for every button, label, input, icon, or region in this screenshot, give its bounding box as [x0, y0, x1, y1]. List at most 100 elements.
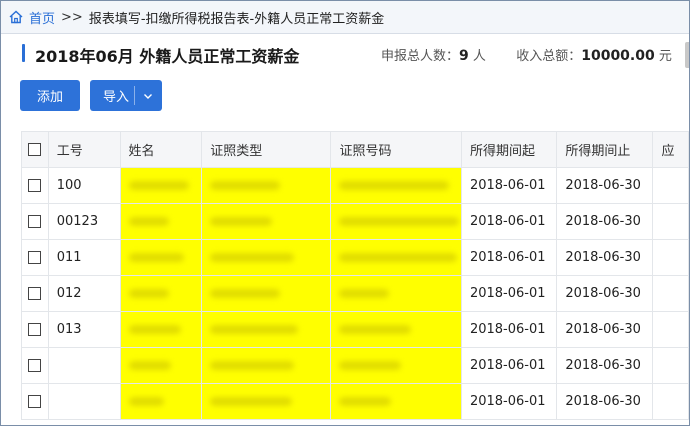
cell-id: 00123: [47, 203, 121, 240]
column-header-period-start[interactable]: 所得期间起: [460, 131, 558, 168]
home-icon[interactable]: [8, 9, 24, 25]
cell-period-end: 2018-06-30: [556, 383, 654, 420]
redacted-id-number-cell: [330, 347, 462, 384]
cell-period-end: 2018-06-30: [556, 311, 654, 348]
redacted-id-number-cell: [330, 311, 462, 348]
page-header: 2018年06月 外籍人员正常工资薪金 申报总人数：9 人 收入总额：10000…: [1, 35, 689, 75]
row-select-cell: [21, 167, 49, 204]
cell-period-end: 2018-06-30: [556, 275, 654, 312]
cell-truncated: [652, 311, 689, 348]
cell-period-end: 2018-06-30: [556, 347, 654, 384]
row-select-cell: [21, 239, 49, 276]
cell-id: 011: [47, 239, 121, 276]
row-select-cell: [21, 275, 49, 312]
table-row[interactable]: 2018-06-01 2018-06-30: [21, 383, 689, 420]
row-checkbox[interactable]: [28, 251, 42, 264]
column-header-id-number[interactable]: 证照号码: [330, 131, 462, 168]
cell-period-start: 2018-06-01: [460, 239, 558, 276]
row-select-cell: [21, 347, 49, 384]
cell-period-end: 2018-06-30: [556, 203, 654, 240]
breadcrumb: 首页 >> 报表填写-扣缴所得税报告表-外籍人员正常工资薪金: [1, 1, 689, 34]
side-panel-handle[interactable]: [685, 42, 689, 68]
import-dropdown-button[interactable]: 导入: [90, 80, 162, 111]
column-header-name[interactable]: 姓名: [119, 131, 203, 168]
row-checkbox[interactable]: [28, 179, 42, 192]
row-checkbox[interactable]: [28, 215, 42, 228]
breadcrumb-separator: >>: [61, 9, 83, 25]
summary-stats: 申报总人数：9 人 收入总额：10000.00 元: [381, 45, 672, 64]
redacted-name-cell: [119, 167, 203, 204]
cell-truncated: [652, 275, 689, 312]
redacted-name-cell: [119, 203, 203, 240]
page-title: 2018年06月 外籍人员正常工资薪金: [35, 47, 300, 66]
table-row[interactable]: 013 2018-06-01 2018-06-30: [21, 311, 689, 348]
cell-period-start: 2018-06-01: [460, 311, 558, 348]
redacted-id-type-cell: [201, 347, 332, 384]
cell-period-start: 2018-06-01: [460, 347, 558, 384]
column-header-id-type[interactable]: 证照类型: [201, 131, 332, 168]
add-button-label: 添加: [36, 90, 63, 105]
total-people-value: 9: [459, 48, 469, 64]
redacted-id-type-cell: [201, 239, 332, 276]
breadcrumb-home-link[interactable]: 首页: [29, 8, 55, 27]
cell-id: [47, 383, 121, 420]
redacted-id-type-cell: [201, 383, 332, 420]
redacted-name-cell: [119, 347, 203, 384]
select-all-cell: [21, 131, 49, 168]
row-checkbox[interactable]: [28, 359, 42, 372]
redacted-id-number-cell: [330, 275, 462, 312]
table-body: 100 2018-06-01 2018-06-30 00123 2018-06-01 20…: [21, 167, 689, 420]
total-people-label: 申报总人数：: [381, 49, 460, 64]
total-people-unit: 人: [472, 49, 486, 64]
breadcrumb-current-page: 报表填写-扣缴所得税报告表-外籍人员正常工资薪金: [88, 11, 385, 27]
employee-table: 工号 姓名 证照类型 证照号码 所得期间起 所得期间止 应 100 2018-06…: [21, 131, 689, 420]
cell-id: 012: [47, 275, 121, 312]
table-row[interactable]: 011 2018-06-01 2018-06-30: [21, 239, 689, 276]
cell-period-start: 2018-06-01: [460, 203, 558, 240]
redacted-id-type-cell: [201, 275, 332, 312]
table-row[interactable]: 00123 2018-06-01 2018-06-30: [21, 203, 689, 240]
app-window: 首页 >> 报表填写-扣缴所得税报告表-外籍人员正常工资薪金 2018年06月 …: [0, 0, 690, 426]
table-row[interactable]: 100 2018-06-01 2018-06-30: [21, 167, 689, 204]
table-header-row: 工号 姓名 证照类型 证照号码 所得期间起 所得期间止 应: [21, 131, 689, 168]
cell-truncated: [652, 383, 689, 420]
redacted-id-type-cell: [201, 311, 332, 348]
chevron-down-icon[interactable]: [142, 90, 154, 102]
redacted-name-cell: [119, 239, 203, 276]
redacted-name-cell: [119, 275, 203, 312]
cell-truncated: [652, 239, 689, 276]
row-select-cell: [21, 203, 49, 240]
cell-period-start: 2018-06-01: [460, 383, 558, 420]
row-select-cell: [21, 311, 49, 348]
redacted-id-type-cell: [201, 203, 332, 240]
cell-truncated: [652, 203, 689, 240]
row-checkbox[interactable]: [28, 395, 42, 408]
column-header-id[interactable]: 工号: [47, 131, 121, 168]
total-income-value: 10000.00: [581, 48, 655, 64]
select-all-checkbox[interactable]: [28, 143, 42, 156]
cell-id: 013: [47, 311, 121, 348]
cell-id: 100: [47, 167, 121, 204]
cell-id: [47, 347, 121, 384]
redacted-id-number-cell: [330, 383, 462, 420]
table-row[interactable]: 2018-06-01 2018-06-30: [21, 347, 689, 384]
redacted-id-number-cell: [330, 167, 462, 204]
cell-period-end: 2018-06-30: [556, 167, 654, 204]
column-header-period-end[interactable]: 所得期间止: [556, 131, 654, 168]
row-checkbox[interactable]: [28, 287, 42, 300]
row-select-cell: [21, 383, 49, 420]
button-divider: [134, 86, 135, 105]
cell-period-start: 2018-06-01: [460, 275, 558, 312]
title-accent-bar: [22, 44, 25, 62]
cell-truncated: [652, 347, 689, 384]
redacted-name-cell: [119, 311, 203, 348]
cell-period-start: 2018-06-01: [460, 167, 558, 204]
redacted-id-number-cell: [330, 203, 462, 240]
redacted-id-type-cell: [201, 167, 332, 204]
table-row[interactable]: 012 2018-06-01 2018-06-30: [21, 275, 689, 312]
add-button[interactable]: 添加: [20, 80, 80, 111]
column-header-truncated[interactable]: 应: [652, 131, 689, 168]
row-checkbox[interactable]: [28, 323, 42, 336]
total-income-label: 收入总额：: [516, 49, 582, 64]
cell-truncated: [652, 167, 689, 204]
